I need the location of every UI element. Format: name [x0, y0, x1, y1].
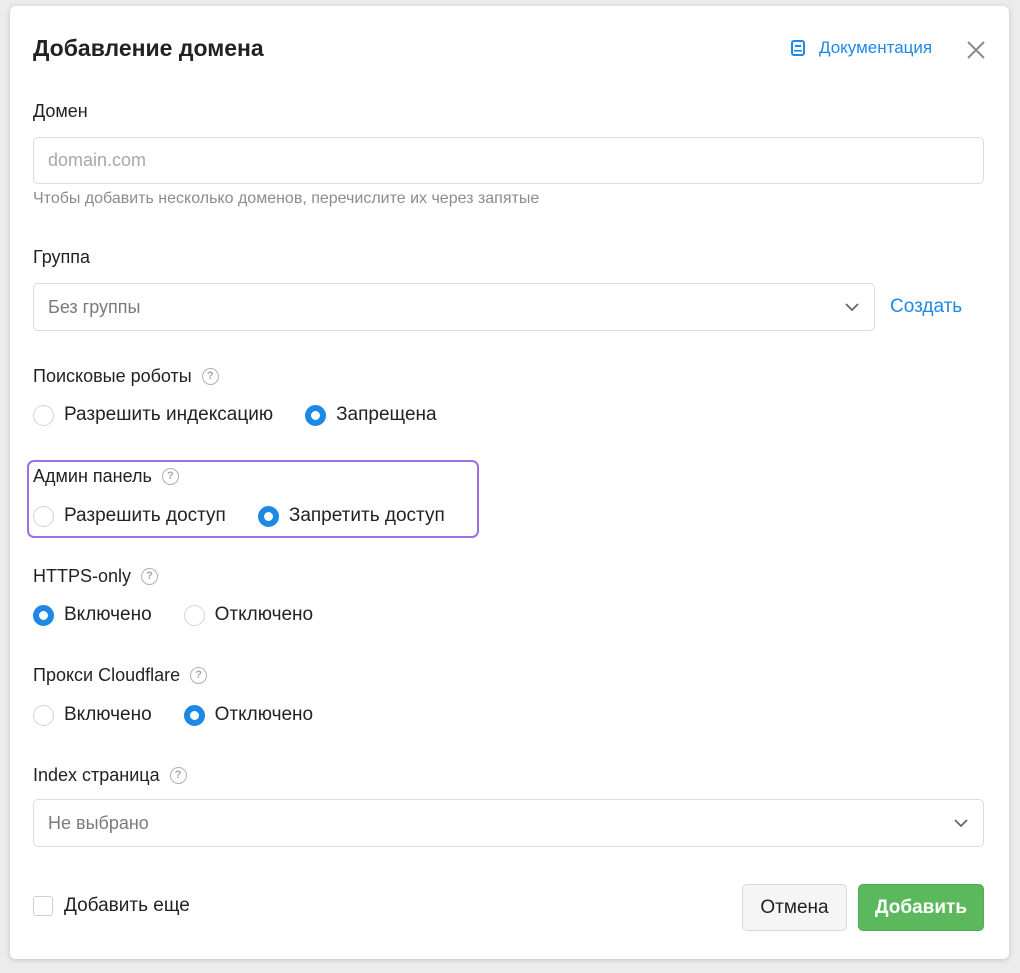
radio-circle: [33, 604, 54, 626]
close-icon[interactable]: [965, 39, 987, 61]
group-label: Группа: [33, 247, 90, 268]
radio-robots-allow[interactable]: Разрешить индексацию: [33, 404, 273, 426]
domain-label-text: Домен: [33, 101, 88, 121]
radio-label: Запрещена: [336, 404, 437, 425]
documentation-label: Документация: [819, 38, 933, 57]
radio-label: Разрешить доступ: [64, 505, 226, 526]
cloudflare-label-text: Прокси Cloudflare: [33, 665, 181, 685]
radio-label: Разрешить индексацию: [64, 404, 274, 425]
cloudflare-label: Прокси Cloudflare ?: [33, 665, 208, 686]
https-only-label: HTTPS-only ?: [33, 566, 159, 587]
help-icon[interactable]: ?: [161, 468, 179, 485]
radio-cloudflare-off[interactable]: Отключено: [183, 704, 314, 726]
add-more-checkbox[interactable]: Добавить еще: [33, 895, 190, 917]
help-icon[interactable]: ?: [190, 667, 208, 684]
domain-label: Домен: [33, 101, 88, 122]
group-label-text: Группа: [33, 247, 91, 267]
radio-circle: [33, 505, 54, 527]
radio-https-on[interactable]: Включено: [33, 604, 152, 626]
group-select-value: Без группы: [48, 296, 141, 317]
chevron-down-icon: [845, 303, 859, 312]
book-icon: [791, 40, 805, 56]
checkbox-box[interactable]: [33, 896, 53, 916]
radio-label: Отключено: [214, 604, 314, 625]
cloudflare-radio-group: Включено Отключено: [33, 704, 345, 726]
index-page-select[interactable]: Не выбрано: [33, 799, 984, 847]
create-group-link[interactable]: Создать: [890, 296, 962, 318]
index-page-select-value: Не выбрано: [48, 812, 149, 833]
https-only-radio-group: Включено Отключено: [33, 604, 345, 626]
admin-panel-label-text: Админ панель: [33, 466, 152, 486]
radio-admin-allow[interactable]: Разрешить доступ: [33, 505, 226, 527]
help-icon[interactable]: ?: [201, 368, 219, 385]
radio-label: Запретить доступ: [288, 505, 445, 526]
radio-robots-deny[interactable]: Запрещена: [305, 404, 437, 426]
domain-hint: Чтобы добавить несколько доменов, перечи…: [33, 190, 540, 207]
help-icon[interactable]: ?: [169, 767, 187, 784]
index-page-label-text: Index страница: [33, 765, 160, 785]
modal-title: Добавление домена: [33, 35, 264, 61]
index-page-label: Index страница ?: [33, 765, 187, 786]
radio-circle: [183, 604, 205, 626]
https-only-label-text: HTTPS-only: [33, 566, 132, 586]
domain-input[interactable]: [33, 137, 984, 184]
radio-circle: [33, 404, 54, 426]
chevron-down-icon: [954, 819, 968, 828]
admin-panel-radio-group: Разрешить доступ Запретить доступ: [33, 505, 477, 527]
submit-button[interactable]: Добавить: [858, 884, 984, 931]
help-icon[interactable]: ?: [141, 568, 159, 585]
robots-label-text: Поисковые роботы: [33, 366, 192, 386]
documentation-link[interactable]: Документация: [791, 38, 932, 58]
cancel-button[interactable]: Отмена: [742, 884, 847, 931]
robots-radio-group: Разрешить индексацию Запрещена: [33, 404, 469, 426]
radio-circle: [257, 505, 279, 527]
robots-label: Поисковые роботы ?: [33, 366, 219, 387]
radio-circle: [33, 704, 54, 726]
admin-panel-label: Админ панель ?: [33, 466, 179, 487]
radio-https-off[interactable]: Отключено: [183, 604, 314, 626]
add-more-label: Добавить еще: [64, 895, 190, 916]
radio-label: Включено: [64, 604, 152, 625]
radio-cloudflare-on[interactable]: Включено: [33, 704, 152, 726]
radio-circle: [183, 704, 205, 726]
group-select[interactable]: Без группы: [33, 283, 875, 331]
radio-label: Включено: [64, 704, 152, 725]
radio-admin-deny[interactable]: Запретить доступ: [257, 505, 445, 527]
radio-circle: [305, 404, 327, 426]
radio-label: Отключено: [214, 704, 314, 725]
add-domain-modal: Добавление домена Документация Домен Что…: [10, 6, 1009, 959]
